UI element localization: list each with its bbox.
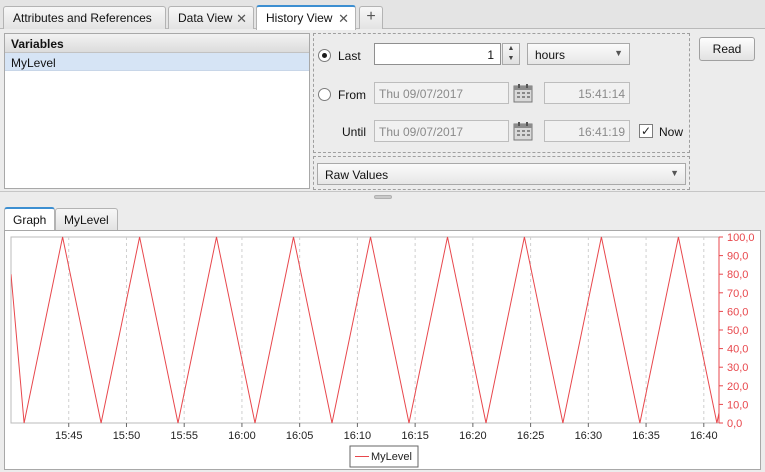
last-value-input[interactable]: 1 xyxy=(374,43,501,65)
value-mode-select[interactable]: Raw Values ▼ xyxy=(317,163,686,185)
chevron-down-icon: ▼ xyxy=(614,48,623,58)
tab-attributes-and-references[interactable]: Attributes and References xyxy=(3,6,166,29)
x-tick-label: 15:50 xyxy=(113,430,141,442)
tab-graph[interactable]: Graph xyxy=(4,207,56,231)
history-chart-panel: 15:45 15:50 15:55 16:00 16:05 16:10 16:15 16:20… xyxy=(4,230,761,470)
variables-header: Variables xyxy=(5,34,309,53)
tab-label: History View xyxy=(266,11,333,25)
panel-splitter[interactable] xyxy=(0,191,765,201)
x-tick-label: 16:25 xyxy=(517,430,545,442)
until-date-field[interactable]: Thu 09/07/2017 xyxy=(374,120,509,142)
x-tick-label: 16:10 xyxy=(344,430,372,442)
y-tick-label: 100,0 xyxy=(727,232,755,244)
y-tick-label: 30,0 xyxy=(727,362,748,374)
last-radio[interactable] xyxy=(318,49,331,62)
until-label: Until xyxy=(342,125,367,139)
now-checkbox[interactable]: ✓ xyxy=(639,124,653,138)
spin-up-icon[interactable]: ▲ xyxy=(503,44,519,54)
y-tick-label: 60,0 xyxy=(727,306,748,318)
y-tick-label: 20,0 xyxy=(727,381,748,393)
x-tick-label: 16:00 xyxy=(228,430,256,442)
unit-select-value: hours xyxy=(535,48,566,62)
y-tick-label: 80,0 xyxy=(727,269,748,281)
x-tick-label: 15:55 xyxy=(170,430,198,442)
from-date-field[interactable]: Thu 09/07/2017 xyxy=(374,82,509,104)
close-icon[interactable]: ✕ xyxy=(236,11,247,27)
y-tick-label: 40,0 xyxy=(727,344,748,356)
tab-history-view[interactable]: History View ✕ xyxy=(256,5,356,30)
y-tick-label: 10,0 xyxy=(727,399,748,411)
legend-label: MyLevel xyxy=(371,451,412,463)
from-radio[interactable] xyxy=(318,88,331,101)
close-icon[interactable]: ✕ xyxy=(338,11,349,27)
spin-down-icon[interactable]: ▼ xyxy=(503,54,519,64)
from-label: From xyxy=(338,88,366,102)
tab-label: Graph xyxy=(13,213,47,227)
value-mode-value: Raw Values xyxy=(325,168,389,182)
tab-label: Attributes and References xyxy=(13,11,152,25)
calendar-icon[interactable] xyxy=(513,121,533,141)
read-button[interactable]: Read xyxy=(699,37,755,61)
x-tick-label: 15:45 xyxy=(55,430,83,442)
tab-label: MyLevel xyxy=(64,213,109,227)
tab-label: Data View xyxy=(178,11,233,25)
list-item[interactable]: MyLevel xyxy=(5,53,309,71)
variables-list: Variables MyLevel xyxy=(4,33,310,189)
y-tick-label: 0,0 xyxy=(727,418,742,430)
x-tick-label: 16:30 xyxy=(575,430,603,442)
history-chart: 15:45 15:50 15:55 16:00 16:05 16:10 16:15 16:20… xyxy=(10,232,755,468)
splitter-grip-icon[interactable] xyxy=(374,195,392,199)
unit-select[interactable]: hours ▼ xyxy=(527,43,630,65)
last-label: Last xyxy=(338,49,361,63)
last-value-stepper[interactable]: ▲ ▼ xyxy=(502,43,520,65)
y-tick-label: 50,0 xyxy=(727,325,748,337)
from-time-field[interactable]: 15:41:14 xyxy=(544,82,630,104)
x-tick-label: 16:40 xyxy=(690,430,718,442)
tab-data-view[interactable]: Data View ✕ xyxy=(168,6,254,29)
calendar-icon[interactable] xyxy=(513,83,533,103)
plus-icon: + xyxy=(366,8,376,25)
add-tab-button[interactable]: + xyxy=(359,6,383,29)
x-tick-label: 16:05 xyxy=(286,430,314,442)
x-tick-label: 16:15 xyxy=(401,430,429,442)
x-tick-label: 16:35 xyxy=(632,430,660,442)
tab-mylevel[interactable]: MyLevel xyxy=(55,208,118,230)
editor-tab-bar: Attributes and References Data View ✕ Hi… xyxy=(0,0,765,30)
x-tick-label: 16:20 xyxy=(459,430,487,442)
chevron-down-icon: ▼ xyxy=(670,168,679,178)
until-time-field[interactable]: 16:41:19 xyxy=(544,120,630,142)
y-tick-label: 90,0 xyxy=(727,251,748,263)
y-tick-label: 70,0 xyxy=(727,288,748,300)
now-label: Now xyxy=(659,125,684,139)
